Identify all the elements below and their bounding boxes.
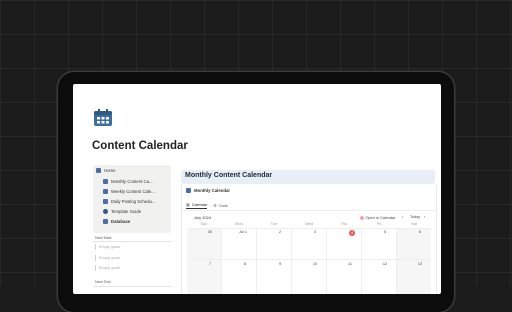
database-icon	[103, 219, 108, 224]
day-number[interactable]: 11	[345, 262, 355, 266]
month-label: July 2024	[194, 215, 212, 220]
today-label: Today	[410, 215, 421, 219]
sidebar-item-label: Weekly Content Cale...	[111, 189, 155, 194]
list-item[interactable]: Empty quote	[95, 265, 120, 271]
app-screen: Content Calendar Home Monthly Content Ca…	[73, 84, 441, 294]
main-header: Monthly Content Calendar	[181, 170, 435, 184]
tab-tools[interactable]: ⚙ Tools	[213, 202, 227, 209]
calendar-grid: Sun Mon Tue Wed Thu Fri Sat 30 Jul 1 2 3 4 5 6…	[187, 222, 431, 294]
day-number[interactable]: 12	[380, 262, 390, 266]
section-label-new-text: New Text	[95, 280, 111, 284]
home-icon	[96, 168, 101, 173]
weekday-label: Thu	[340, 222, 348, 226]
open-in-calendar-label: Open in Calendar	[365, 215, 396, 220]
calendar-view: Monthly Calendar ▦ Calendar ⚙ Tools July…	[181, 184, 437, 294]
weekend-column	[187, 228, 221, 294]
grid-line	[187, 228, 431, 229]
day-number[interactable]: 7	[205, 262, 215, 266]
calendar-icon	[186, 188, 191, 193]
weekday-label: Tue	[270, 222, 278, 226]
sidebar-item-label: Database	[111, 219, 131, 224]
day-number[interactable]: 3	[310, 230, 320, 234]
weekday-label: Wed	[305, 222, 313, 226]
prev-month-button[interactable]: ‹	[402, 215, 403, 219]
sidebar-item-weekly[interactable]: Weekly Content Cale...	[103, 189, 155, 194]
grid-line	[361, 228, 362, 294]
open-in-calendar-button[interactable]: ▦ Open in Calendar	[360, 215, 396, 221]
main-title: Monthly Content Calendar	[185, 172, 273, 179]
tab-calendar[interactable]: ▦ Calendar	[186, 202, 208, 209]
weekday-label: Sat	[411, 222, 417, 226]
weekday-label: Sun	[200, 222, 208, 226]
grid-line	[291, 228, 292, 294]
view-tabs: ▦ Calendar ⚙ Tools	[186, 202, 228, 209]
calendar-icon	[94, 109, 112, 126]
day-number[interactable]: 8	[240, 262, 250, 266]
view-title-label: Monthly Calendar	[194, 188, 231, 193]
sidebar-nav: Home Monthly Content Ca... Weekly Conten…	[93, 165, 171, 233]
day-number[interactable]: 10	[310, 262, 320, 266]
day-number[interactable]: 2	[275, 230, 285, 234]
next-month-button[interactable]: ›	[424, 215, 425, 219]
day-number[interactable]: 6	[415, 230, 425, 234]
sidebar-item-monthly[interactable]: Monthly Content Ca...	[103, 179, 153, 184]
weekday-label: Fri	[376, 222, 382, 226]
sidebar-item-template-guide[interactable]: Template Guide	[103, 209, 141, 214]
day-number[interactable]: 9	[275, 262, 285, 266]
calendar-icon: ▦	[186, 202, 190, 207]
day-number[interactable]: 5	[380, 230, 390, 234]
sidebar-item-database[interactable]: Database	[103, 219, 130, 224]
grid-line	[187, 259, 431, 260]
grid-line	[256, 228, 257, 294]
view-title: Monthly Calendar	[186, 188, 230, 193]
sidebar-item-label: Template Guide	[111, 209, 142, 214]
day-number[interactable]: 13	[415, 262, 425, 266]
divider	[93, 241, 171, 242]
grid-line	[326, 228, 327, 294]
day-number[interactable]: Jul 1	[236, 230, 250, 234]
grid-line	[396, 228, 397, 294]
sidebar-item-label: Monthly Content Ca...	[111, 179, 153, 184]
list-item[interactable]: Empty quote	[95, 255, 120, 261]
sidebar-item-home[interactable]: Home	[96, 168, 115, 173]
info-icon	[103, 209, 108, 214]
tabs-divider	[182, 210, 436, 211]
tab-label: Calendar	[191, 202, 208, 207]
sidebar-item-label: Daily Posting Schedu...	[111, 199, 156, 204]
list-item[interactable]: Empty quote	[95, 244, 120, 250]
day-number[interactable]: 30	[205, 230, 215, 234]
grid-line	[221, 228, 222, 294]
sidebar-item-label: Home	[104, 168, 116, 173]
weekday-label: Mon	[235, 222, 243, 226]
page-title: Content Calendar	[92, 140, 188, 152]
tools-icon: ⚙	[213, 203, 217, 208]
today-day-cell[interactable]: 4	[349, 230, 355, 236]
calendar-icon	[103, 189, 108, 194]
today-button[interactable]: Today	[410, 215, 420, 219]
calendar-icon	[103, 199, 108, 204]
tab-label: Tools	[218, 203, 228, 208]
weekend-column	[397, 228, 431, 294]
calendar-icon: ▦	[360, 216, 364, 220]
calendar-icon	[103, 179, 108, 184]
sidebar-item-daily[interactable]: Daily Posting Schedu...	[103, 199, 155, 204]
section-label-new-date: New Date	[95, 236, 112, 240]
